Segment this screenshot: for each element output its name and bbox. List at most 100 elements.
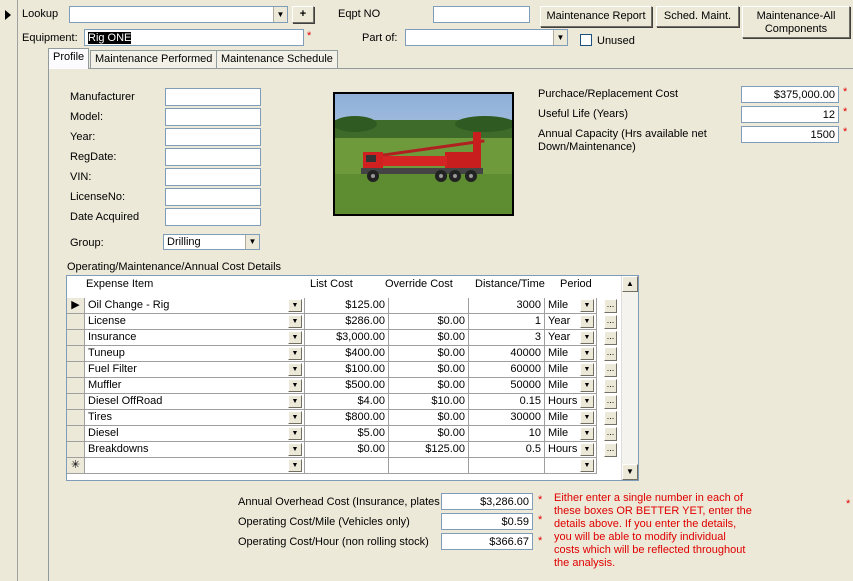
period-cell[interactable]: Year ▼ — [545, 314, 597, 330]
maintenance-all-components-button[interactable]: Maintenance-All Components — [742, 6, 850, 38]
maintenance-report-button[interactable]: Maintenance Report — [540, 6, 652, 27]
row-selector[interactable]: ▶ — [67, 298, 85, 314]
row-detail-button[interactable]: ... — [604, 379, 617, 393]
list-cost-cell[interactable]: $5.00 — [305, 426, 389, 442]
chevron-down-icon[interactable]: ▼ — [580, 347, 594, 360]
override-cost-cell[interactable]: $0.00 — [389, 426, 469, 442]
row-detail-button[interactable]: ... — [604, 347, 617, 361]
chevron-down-icon[interactable]: ▼ — [245, 235, 259, 249]
override-cost-cell[interactable]: $0.00 — [389, 410, 469, 426]
list-cost-cell[interactable]: $125.00 — [305, 298, 389, 314]
model-input[interactable] — [165, 108, 261, 126]
chevron-down-icon[interactable]: ▼ — [288, 315, 302, 328]
record-selector[interactable] — [0, 0, 18, 581]
override-cost-cell[interactable]: $125.00 — [389, 442, 469, 458]
tab-maintenance-schedule[interactable]: Maintenance Schedule — [216, 50, 338, 68]
row-detail-button[interactable]: ... — [604, 411, 617, 425]
tab-profile[interactable]: Profile — [48, 48, 90, 69]
chevron-down-icon[interactable]: ▼ — [580, 395, 594, 408]
expense-item-cell[interactable]: ▼ — [85, 458, 305, 474]
sched-maint-button[interactable]: Sched. Maint. — [656, 6, 739, 27]
override-cost-cell[interactable]: $0.00 — [389, 362, 469, 378]
distance-time-cell[interactable]: 1 — [469, 314, 545, 330]
chevron-down-icon[interactable]: ▼ — [580, 443, 594, 456]
distance-time-cell[interactable]: 30000 — [469, 410, 545, 426]
manufacturer-input[interactable] — [165, 88, 261, 106]
list-cost-cell[interactable]: $3,000.00 — [305, 330, 389, 346]
vin-input[interactable] — [165, 168, 261, 186]
license-no-input[interactable] — [165, 188, 261, 206]
date-acquired-input[interactable] — [165, 208, 261, 226]
period-cell[interactable]: Mile ▼ — [545, 410, 597, 426]
expense-item-cell[interactable]: Insurance ▼ — [85, 330, 305, 346]
list-cost-cell[interactable]: $100.00 — [305, 362, 389, 378]
override-cost-cell[interactable] — [389, 458, 469, 474]
useful-life-input[interactable]: 12 — [741, 106, 839, 123]
row-selector[interactable] — [67, 410, 85, 426]
overhead-cost-input[interactable]: $3,286.00 — [441, 493, 533, 510]
chevron-down-icon[interactable]: ▼ — [288, 299, 302, 312]
override-cost-cell[interactable]: $0.00 — [389, 346, 469, 362]
list-cost-cell[interactable]: $500.00 — [305, 378, 389, 394]
period-cell[interactable]: Mile ▼ — [545, 378, 597, 394]
expense-item-cell[interactable]: License ▼ — [85, 314, 305, 330]
chevron-down-icon[interactable]: ▼ — [580, 427, 594, 440]
list-cost-cell[interactable]: $800.00 — [305, 410, 389, 426]
chevron-down-icon[interactable]: ▼ — [553, 30, 567, 45]
annual-capacity-input[interactable]: 1500 — [741, 126, 839, 143]
override-cost-cell[interactable]: $10.00 — [389, 394, 469, 410]
period-cell[interactable]: Hours ▼ — [545, 442, 597, 458]
distance-time-cell[interactable]: 60000 — [469, 362, 545, 378]
chevron-down-icon[interactable]: ▼ — [288, 379, 302, 392]
unused-checkbox[interactable] — [580, 34, 592, 46]
expense-item-cell[interactable]: Tires ▼ — [85, 410, 305, 426]
expense-item-cell[interactable]: Muffler ▼ — [85, 378, 305, 394]
chevron-down-icon[interactable]: ▼ — [580, 331, 594, 344]
chevron-down-icon[interactable]: ▼ — [580, 299, 594, 312]
list-cost-cell[interactable]: $0.00 — [305, 442, 389, 458]
chevron-down-icon[interactable]: ▼ — [580, 363, 594, 376]
row-selector[interactable] — [67, 346, 85, 362]
chevron-down-icon[interactable]: ▼ — [288, 395, 302, 408]
chevron-down-icon[interactable]: ▼ — [288, 347, 302, 360]
group-combo[interactable]: Drilling ▼ — [163, 234, 260, 250]
override-cost-cell[interactable]: $0.00 — [389, 330, 469, 346]
row-selector[interactable] — [67, 314, 85, 330]
chevron-down-icon[interactable]: ▼ — [580, 379, 594, 392]
distance-time-cell[interactable]: 0.5 — [469, 442, 545, 458]
row-detail-button[interactable]: ... — [604, 331, 617, 345]
row-selector[interactable] — [67, 362, 85, 378]
row-selector[interactable]: ✳ — [67, 458, 85, 474]
list-cost-cell[interactable]: $400.00 — [305, 346, 389, 362]
period-cell[interactable]: ▼ — [545, 458, 597, 474]
expense-item-cell[interactable]: Diesel ▼ — [85, 426, 305, 442]
chevron-down-icon[interactable]: ▼ — [288, 331, 302, 344]
expense-item-cell[interactable]: Breakdowns ▼ — [85, 442, 305, 458]
list-cost-cell[interactable] — [305, 458, 389, 474]
chevron-down-icon[interactable]: ▼ — [288, 363, 302, 376]
year-input[interactable] — [165, 128, 261, 146]
cost-per-mile-input[interactable]: $0.59 — [441, 513, 533, 530]
tab-maintenance-performed[interactable]: Maintenance Performed — [90, 50, 218, 68]
grid-scrollbar[interactable]: ▲ ▼ — [621, 276, 638, 480]
row-selector[interactable] — [67, 394, 85, 410]
part-of-combo[interactable]: ▼ — [405, 29, 568, 46]
distance-time-cell[interactable]: 10 — [469, 426, 545, 442]
row-detail-button[interactable]: ... — [604, 299, 617, 313]
scroll-down-icon[interactable]: ▼ — [622, 464, 638, 480]
override-cost-cell[interactable]: $0.00 — [389, 314, 469, 330]
chevron-down-icon[interactable]: ▼ — [288, 459, 302, 472]
period-cell[interactable]: Hours ▼ — [545, 394, 597, 410]
period-cell[interactable]: Mile ▼ — [545, 298, 597, 314]
row-detail-button[interactable]: ... — [604, 315, 617, 329]
list-cost-cell[interactable]: $286.00 — [305, 314, 389, 330]
chevron-down-icon[interactable]: ▼ — [580, 459, 594, 472]
chevron-down-icon[interactable]: ▼ — [580, 411, 594, 424]
lookup-add-button[interactable]: + — [292, 6, 314, 23]
row-detail-button[interactable]: ... — [604, 443, 617, 457]
row-detail-button[interactable]: ... — [604, 395, 617, 409]
distance-time-cell[interactable] — [469, 458, 545, 474]
cost-per-hour-input[interactable]: $366.67 — [441, 533, 533, 550]
purchase-cost-input[interactable]: $375,000.00 — [741, 86, 839, 103]
equipment-input[interactable]: Rig ONE — [84, 29, 304, 46]
